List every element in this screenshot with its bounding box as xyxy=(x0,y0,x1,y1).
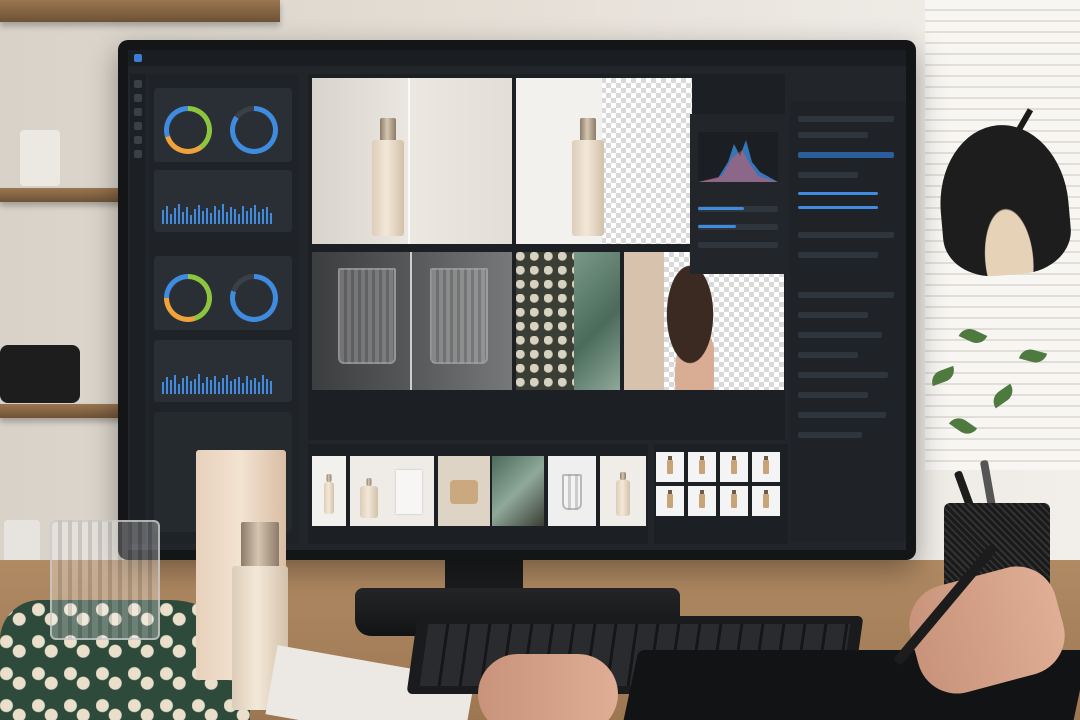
panel-row[interactable] xyxy=(798,152,894,158)
donut-chart xyxy=(230,106,278,154)
filmstrip-thumb[interactable] xyxy=(438,456,490,526)
variant-thumb[interactable] xyxy=(720,486,748,516)
tool-icon[interactable] xyxy=(134,108,142,116)
variant-thumb[interactable] xyxy=(688,486,716,516)
panel-row[interactable] xyxy=(798,172,858,178)
variant-thumb[interactable] xyxy=(688,452,716,482)
filmstrip-thumb[interactable] xyxy=(548,456,596,526)
menu-bar xyxy=(128,50,906,66)
bottle-image xyxy=(572,118,604,236)
filmstrip-thumb[interactable] xyxy=(600,456,646,526)
slider-track[interactable] xyxy=(698,242,778,248)
tool-bar xyxy=(130,74,146,544)
variant-thumb[interactable] xyxy=(720,452,748,482)
variant-thumb[interactable] xyxy=(752,452,780,482)
shelf-bottom xyxy=(0,404,125,418)
shelf-jar xyxy=(20,130,60,186)
product-photo-tile[interactable] xyxy=(312,78,512,244)
bar-chart xyxy=(162,372,280,394)
panel-row[interactable] xyxy=(798,412,886,418)
donut-chart xyxy=(164,106,212,154)
panel-row[interactable] xyxy=(798,252,878,258)
tool-icon[interactable] xyxy=(134,122,142,130)
donut-chart xyxy=(164,274,212,322)
panel-row[interactable] xyxy=(798,116,894,122)
adjustments-panel xyxy=(790,102,906,542)
left-hand xyxy=(478,654,618,720)
drinking-glass xyxy=(50,520,160,640)
filmstrip-thumb[interactable] xyxy=(492,456,544,526)
panel-row[interactable] xyxy=(798,372,888,378)
app-logo-icon xyxy=(134,54,142,62)
panel-row[interactable] xyxy=(798,392,868,398)
panel-row[interactable] xyxy=(798,332,882,338)
donut-card xyxy=(154,256,292,330)
histogram-panel xyxy=(690,114,786,274)
variant-thumb[interactable] xyxy=(656,486,684,516)
bar-card xyxy=(154,340,292,402)
donut-chart xyxy=(230,274,278,322)
bar-chart xyxy=(162,202,280,224)
slider-fill[interactable] xyxy=(698,207,744,210)
bottle-image xyxy=(372,118,404,236)
slider-fill[interactable] xyxy=(698,225,736,228)
panel-row[interactable] xyxy=(798,132,868,138)
filmstrip xyxy=(308,444,648,544)
workspace-scene xyxy=(0,0,1080,720)
panel-row[interactable] xyxy=(798,292,894,298)
shelf-camera xyxy=(0,345,80,403)
glass-image xyxy=(430,268,488,364)
donut-card xyxy=(154,88,292,162)
variant-thumb[interactable] xyxy=(656,452,684,482)
tool-icon[interactable] xyxy=(134,80,142,88)
shelf-middle xyxy=(0,188,125,202)
fabric-photo-tile[interactable] xyxy=(516,252,620,390)
histogram-graph xyxy=(698,140,778,182)
cutout-photo-tile[interactable] xyxy=(516,78,692,244)
histogram-chart xyxy=(698,132,778,182)
panel-row[interactable] xyxy=(798,232,894,238)
filmstrip-thumb[interactable] xyxy=(350,456,434,526)
slider-fill[interactable] xyxy=(798,192,878,195)
tool-icon[interactable] xyxy=(134,150,142,158)
slider-fill[interactable] xyxy=(798,206,878,209)
tool-icon[interactable] xyxy=(134,136,142,144)
panel-row[interactable] xyxy=(798,312,868,318)
variant-thumb[interactable] xyxy=(752,486,780,516)
variant-grid xyxy=(654,444,788,544)
panel-row[interactable] xyxy=(798,432,862,438)
glass-image xyxy=(338,268,396,364)
filmstrip-thumb[interactable] xyxy=(312,456,346,526)
shelf-top xyxy=(0,0,280,22)
panel-row[interactable] xyxy=(798,352,858,358)
glass-photo-tile[interactable] xyxy=(312,252,512,390)
tool-icon[interactable] xyxy=(134,94,142,102)
bar-card xyxy=(154,170,292,232)
